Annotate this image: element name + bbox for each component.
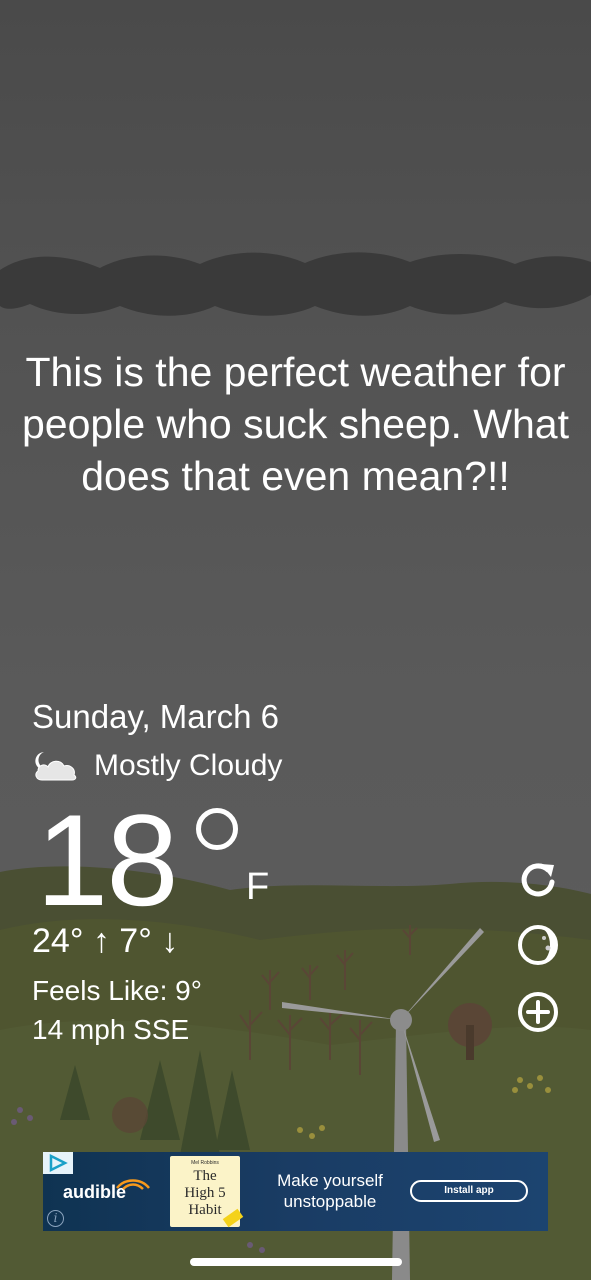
weather-quote: This is the perfect weather for people w… <box>22 349 569 499</box>
ad-book-cover: Mel Robbins The High 5 Habit <box>170 1156 244 1228</box>
ad-choices-badge[interactable] <box>43 1152 73 1174</box>
book-title-line1: The <box>193 1168 217 1184</box>
plus-circle-icon <box>518 992 558 1032</box>
high-low-temps: 24° ↑ 7° ↓ <box>32 922 179 960</box>
ad-info-icon[interactable]: i <box>47 1210 64 1227</box>
ad-choices-icon <box>49 1153 68 1173</box>
temperature-value: 18 <box>36 787 179 933</box>
temperature-unit: F <box>246 866 270 908</box>
wind-speed: 14 mph SSE <box>32 1014 190 1045</box>
ad-headline: Make yourself unstoppable <box>277 1171 383 1211</box>
date-label: Sunday, March 6 <box>32 698 280 735</box>
feels-like: Feels Like: 9° <box>32 975 202 1006</box>
moon-phase-icon <box>518 925 558 965</box>
moon-phase-button[interactable] <box>515 922 561 968</box>
install-app-button[interactable]: Install app <box>410 1180 528 1202</box>
home-indicator[interactable] <box>190 1258 402 1266</box>
add-location-button[interactable] <box>515 989 561 1035</box>
degree-symbol <box>196 808 238 850</box>
cloud-moon-icon <box>35 752 77 781</box>
book-title-line2: High 5 <box>184 1185 226 1201</box>
condition-text: Mostly Cloudy <box>94 749 283 782</box>
refresh-button[interactable] <box>515 857 561 903</box>
book-author: Mel Robbins <box>191 1160 219 1166</box>
refresh-icon <box>521 863 555 897</box>
storm-cloud <box>0 252 591 316</box>
condition-row: Mostly Cloudy <box>30 746 282 786</box>
audible-logo-icon <box>116 1179 150 1190</box>
ad-banner[interactable]: i audible Mel Robbins The High 5 Habit M… <box>43 1152 548 1231</box>
